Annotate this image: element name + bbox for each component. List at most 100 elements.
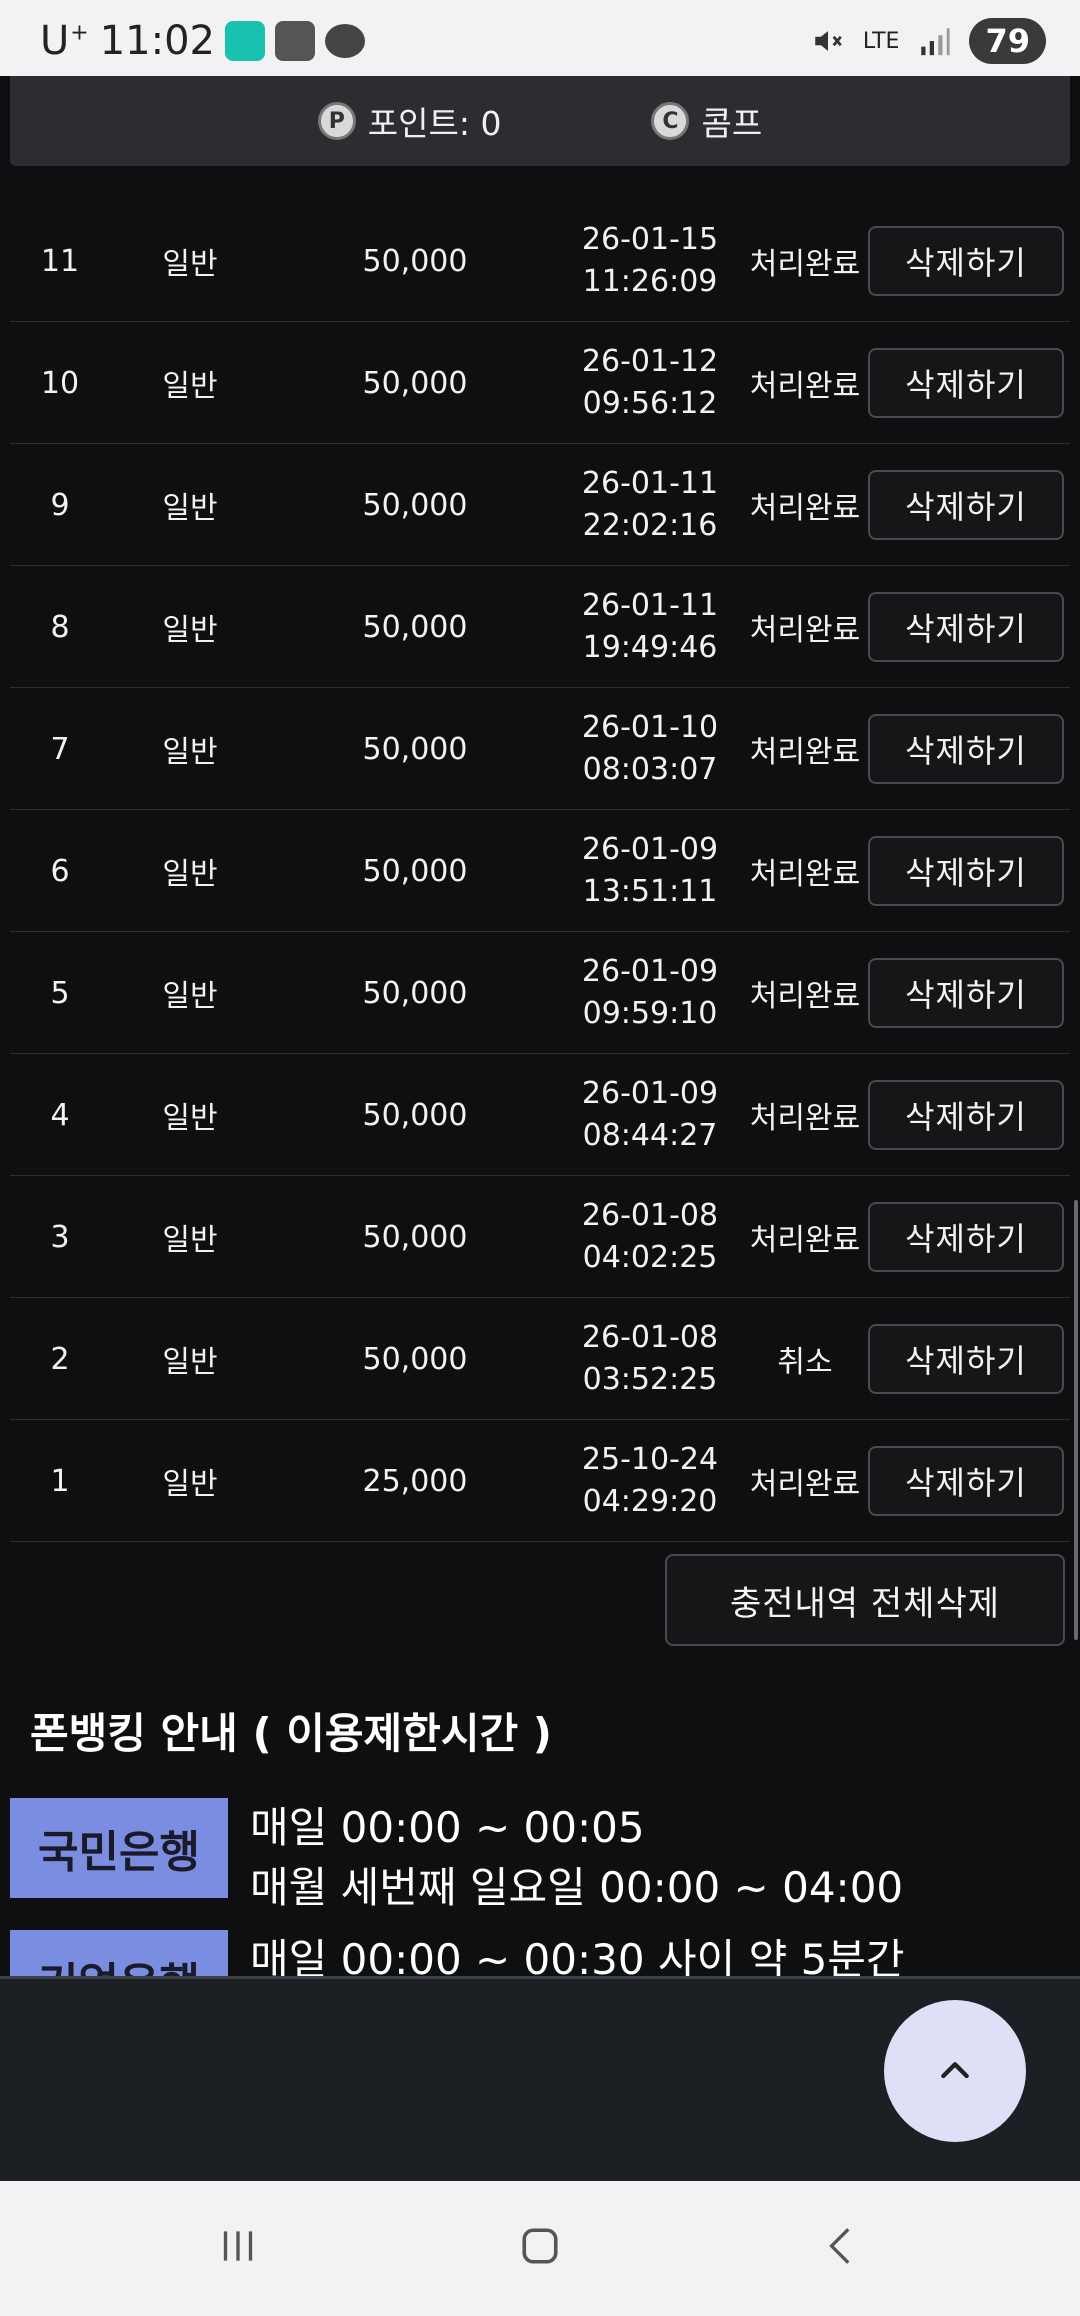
row-status: 취소	[777, 1345, 833, 1380]
row-date: 26-01-08	[581, 1320, 719, 1355]
row-status: 처리완료	[749, 491, 861, 526]
row-action-cell: 삭제하기	[867, 566, 1065, 688]
delete-row-button[interactable]: 삭제하기	[868, 1080, 1064, 1150]
bank-badge: 기업은행	[10, 1930, 228, 1976]
row-date: 26-01-08	[581, 1198, 719, 1233]
delete-row-button[interactable]: 삭제하기	[868, 714, 1064, 784]
system-navigation-bar	[0, 2181, 1080, 2316]
row-status: 처리완료	[749, 613, 861, 648]
table-row: 3 일반 50,000 26-01-08 04:02:25 처리완료 삭제하기	[10, 1176, 1070, 1298]
row-number: 7	[50, 731, 70, 767]
row-status: 처리완료	[749, 247, 861, 282]
row-action-cell: 삭제하기	[867, 810, 1065, 932]
delete-row-button[interactable]: 삭제하기	[868, 470, 1064, 540]
row-amount: 50,000	[362, 365, 468, 401]
scroll-to-top-button[interactable]	[884, 2000, 1026, 2142]
row-time: 08:03:07	[582, 752, 718, 787]
row-time: 03:52:25	[582, 1362, 718, 1397]
home-icon	[522, 2228, 558, 2264]
table-row: 6 일반 50,000 26-01-09 13:51:11 처리완료 삭제하기	[10, 810, 1070, 932]
row-date: 26-01-11	[581, 466, 719, 501]
recent-apps-button[interactable]	[198, 2211, 278, 2281]
row-amount: 50,000	[362, 853, 468, 889]
row-date: 26-01-09	[581, 954, 719, 989]
row-date: 26-01-15	[581, 222, 719, 257]
row-time: 19:49:46	[582, 630, 718, 665]
chevron-up-icon	[941, 2062, 969, 2079]
row-action-cell: 삭제하기	[867, 200, 1065, 322]
delete-row-button[interactable]: 삭제하기	[868, 348, 1064, 418]
row-date: 26-01-12	[581, 344, 719, 379]
row-time: 09:59:10	[582, 996, 718, 1031]
row-datetime: 26-01-09 09:59:10	[550, 932, 750, 1054]
row-status: 처리완료	[749, 1101, 861, 1136]
chat-notification-icon	[325, 24, 365, 58]
row-datetime: 26-01-12 09:56:12	[550, 322, 750, 444]
row-number: 10	[40, 365, 80, 401]
row-type: 일반	[162, 1467, 218, 1502]
row-number: 9	[50, 487, 70, 523]
row-type: 일반	[162, 735, 218, 770]
row-amount: 50,000	[362, 1219, 468, 1255]
delete-row-button[interactable]: 삭제하기	[868, 836, 1064, 906]
mute-icon	[815, 31, 842, 51]
back-button[interactable]	[802, 2211, 882, 2281]
row-number: 11	[40, 243, 80, 279]
row-action-cell: 삭제하기	[867, 1298, 1065, 1420]
row-datetime: 26-01-10 08:03:07	[550, 688, 750, 810]
scrollbar[interactable]	[1074, 1200, 1078, 1640]
row-number: 8	[50, 609, 70, 645]
table-row: 7 일반 50,000 26-01-10 08:03:07 처리완료 삭제하기	[10, 688, 1070, 810]
app-notification-icon	[225, 21, 265, 61]
row-status: 처리완료	[749, 1467, 861, 1502]
row-number: 3	[50, 1219, 70, 1255]
row-amount: 50,000	[362, 609, 468, 645]
delete-row-button[interactable]: 삭제하기	[868, 1202, 1064, 1272]
delete-row-button[interactable]: 삭제하기	[868, 1324, 1064, 1394]
points-bar: P 포인트: 0 C 콤프	[10, 76, 1070, 166]
table-row: 8 일반 50,000 26-01-11 19:49:46 처리완료 삭제하기	[10, 566, 1070, 688]
row-number: 1	[50, 1463, 70, 1499]
row-type: 일반	[162, 979, 218, 1014]
row-time: 08:44:27	[582, 1118, 718, 1153]
row-type: 일반	[162, 857, 218, 892]
table-row: 2 일반 50,000 26-01-08 03:52:25 취소 삭제하기	[10, 1298, 1070, 1420]
row-time: 09:56:12	[582, 386, 718, 421]
row-type: 일반	[162, 491, 218, 526]
row-datetime: 26-01-08 03:52:25	[550, 1298, 750, 1420]
bank-restriction-times: 매일 00:00 ~ 00:05 매월 세번째 일요일 00:00 ~ 04:0…	[250, 1803, 904, 1912]
charge-history-list: 11 일반 50,000 26-01-15 11:26:09 처리완료 삭제하기 10 일반 50…	[10, 200, 1070, 1542]
points-label: 포인트: 0	[367, 104, 502, 143]
delete-all-history-button[interactable]: 충전내역 전체삭제	[665, 1554, 1065, 1646]
row-amount: 50,000	[362, 1341, 468, 1377]
table-row: 10 일반 50,000 26-01-12 09:56:12 처리완료 삭제하기	[10, 322, 1070, 444]
row-status: 처리완료	[749, 979, 861, 1014]
row-time: 04:02:25	[582, 1240, 718, 1275]
row-datetime: 26-01-09 13:51:11	[550, 810, 750, 932]
delete-row-button[interactable]: 삭제하기	[868, 592, 1064, 662]
row-action-cell: 삭제하기	[867, 322, 1065, 444]
points-display: P 포인트: 0	[317, 97, 502, 145]
table-row: 5 일반 50,000 26-01-09 09:59:10 처리완료 삭제하기	[10, 932, 1070, 1054]
points-icon: P	[317, 102, 356, 140]
row-amount: 50,000	[362, 1097, 468, 1133]
delete-row-button[interactable]: 삭제하기	[868, 958, 1064, 1028]
bank-row-ibk: 기업은행 매일 00:00 ~ 00:30 사이 약 5분간	[10, 1930, 905, 1976]
comp-display[interactable]: C 콤프	[651, 97, 762, 145]
row-type: 일반	[162, 1101, 218, 1136]
row-date: 26-01-09	[581, 832, 719, 867]
comp-label: 콤프	[701, 104, 763, 143]
row-type: 일반	[162, 247, 218, 282]
row-date: 26-01-10	[581, 710, 719, 745]
delete-row-button[interactable]: 삭제하기	[868, 226, 1064, 296]
row-amount: 50,000	[362, 975, 468, 1011]
row-number: 2	[50, 1341, 70, 1377]
app-notification-icon	[275, 21, 315, 61]
row-number: 4	[50, 1097, 70, 1133]
battery-indicator: 79	[969, 18, 1046, 64]
carrier-label: U+	[40, 18, 90, 64]
row-datetime: 25-10-24 04:29:20	[550, 1420, 750, 1542]
row-time: 22:02:16	[582, 508, 718, 543]
home-button[interactable]	[500, 2211, 580, 2281]
delete-row-button[interactable]: 삭제하기	[868, 1446, 1064, 1516]
